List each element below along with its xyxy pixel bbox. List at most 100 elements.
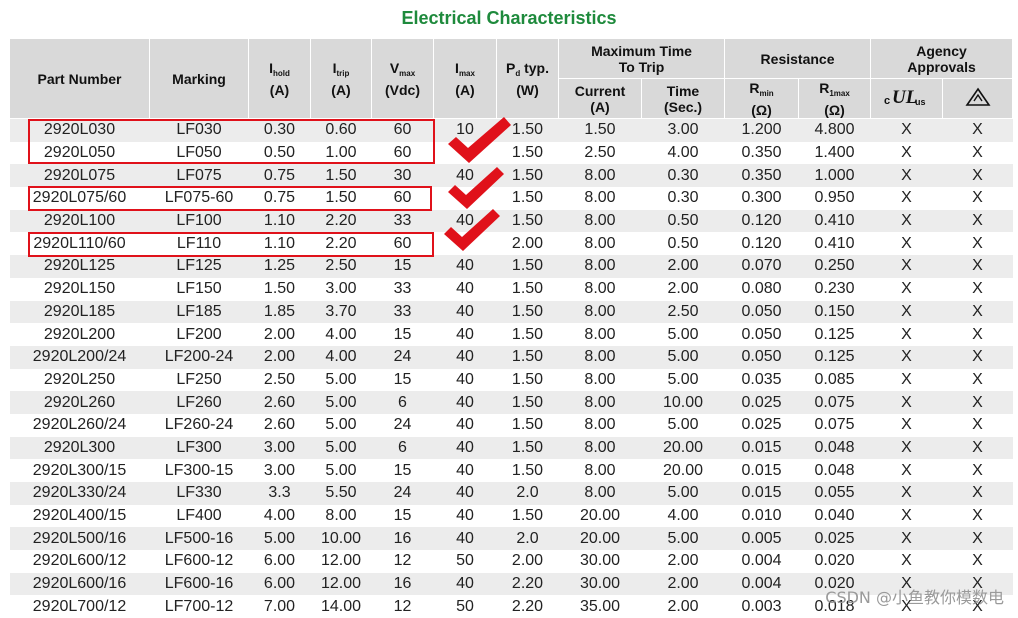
cell-imax: 40 xyxy=(433,572,497,596)
cell-pd: 1.50 xyxy=(496,277,559,301)
cell-part-number: 2920L300 xyxy=(9,436,150,460)
table-row: 2920L185 LF185 1.85 3.70 33 40 1.50 8.00 2.50 0.0… xyxy=(9,300,1013,324)
cell-trip-time: 20.00 xyxy=(641,436,725,460)
cell-trip-time: 4.00 xyxy=(641,141,725,165)
cell-trip-current: 8.00 xyxy=(558,368,642,392)
cell-ul-approval: X xyxy=(870,527,943,551)
cell-trip-time: 2.00 xyxy=(641,255,725,278)
cell-itrip: 1.50 xyxy=(310,164,372,188)
cell-r1max: 0.025 xyxy=(798,527,871,551)
cell-tuv-approval: X xyxy=(942,527,1013,551)
cell-vmax: 24 xyxy=(371,482,434,505)
cell-ihold: 1.10 xyxy=(248,209,311,233)
cell-trip-current: 8.00 xyxy=(558,391,642,414)
cell-tuv-approval: X xyxy=(942,345,1013,369)
cell-tuv-approval: X xyxy=(942,550,1013,573)
cell-imax: 40 xyxy=(433,345,497,369)
cell-itrip: 4.00 xyxy=(310,323,372,346)
cell-vmax: 16 xyxy=(371,527,434,551)
cell-trip-time: 5.00 xyxy=(641,527,725,551)
cell-ul-approval: X xyxy=(870,232,943,256)
cell-itrip: 4.00 xyxy=(310,345,372,369)
cell-rmin: 0.004 xyxy=(724,572,799,596)
cell-ul-approval: X xyxy=(870,277,943,301)
cell-pd: 1.50 xyxy=(496,413,559,437)
cell-vmax: 12 xyxy=(371,550,434,573)
check-mark-icon xyxy=(448,117,511,163)
cell-ihold: 1.85 xyxy=(248,300,311,324)
header-marking: Marking xyxy=(149,38,249,119)
cell-part-number: 2920L600/12 xyxy=(9,550,150,573)
cell-trip-time: 3.00 xyxy=(641,118,725,142)
cell-r1max: 0.125 xyxy=(798,323,871,346)
cell-trip-current: 8.00 xyxy=(558,482,642,505)
cell-marking: LF250 xyxy=(149,368,249,392)
table-row: 2920L200 LF200 2.00 4.00 15 40 1.50 8.00 5.00 0.0… xyxy=(9,323,1013,346)
cell-marking: LF700-12 xyxy=(149,595,249,618)
header-max-time-to-trip: Maximum Time To Trip xyxy=(557,38,726,79)
cell-rmin: 0.010 xyxy=(724,504,799,528)
cell-trip-time: 5.00 xyxy=(641,482,725,505)
cell-imax: 40 xyxy=(433,391,497,414)
cell-r1max: 0.085 xyxy=(798,368,871,392)
cell-rmin: 0.025 xyxy=(724,413,799,437)
highlight-box-lf110 xyxy=(28,232,434,257)
cell-vmax: 24 xyxy=(371,413,434,437)
cell-marking: LF125 xyxy=(149,255,249,278)
cell-r1max: 4.800 xyxy=(798,118,871,142)
cell-ihold: 2.00 xyxy=(248,345,311,369)
cell-tuv-approval: X xyxy=(942,209,1013,233)
cell-vmax: 12 xyxy=(371,595,434,618)
cell-trip-current: 8.00 xyxy=(558,187,642,210)
cell-tuv-approval: X xyxy=(942,255,1013,278)
cell-tuv-approval: X xyxy=(942,300,1013,324)
cell-ul-approval: X xyxy=(870,118,943,142)
table-row: 2920L600/12 LF600-12 6.00 12.00 12 50 2.00 30.0… xyxy=(9,550,1013,573)
svg-text:UL: UL xyxy=(892,87,917,108)
cell-ul-approval: X xyxy=(870,164,943,188)
cell-vmax: 15 xyxy=(371,255,434,278)
cell-itrip: 14.00 xyxy=(310,595,372,618)
header-vmax: Vmax (Vdc) xyxy=(371,38,434,119)
cell-r1max: 0.410 xyxy=(798,232,871,256)
cell-r1max: 0.055 xyxy=(798,482,871,505)
cell-tuv-approval: X xyxy=(942,277,1013,301)
cell-imax: 50 xyxy=(433,550,497,573)
cell-marking: LF330 xyxy=(149,482,249,505)
cell-r1max: 0.075 xyxy=(798,391,871,414)
cell-part-number: 2920L400/15 xyxy=(9,504,150,528)
cell-pd: 1.50 xyxy=(496,323,559,346)
cell-trip-current: 35.00 xyxy=(558,595,642,618)
cell-vmax: 16 xyxy=(371,572,434,596)
cell-tuv-approval: X xyxy=(942,164,1013,188)
cell-ul-approval: X xyxy=(870,368,943,392)
header-current: Current (A) xyxy=(558,78,642,119)
cell-part-number: 2920L300/15 xyxy=(9,459,150,482)
cell-trip-current: 30.00 xyxy=(558,572,642,596)
cell-vmax: 30 xyxy=(371,164,434,188)
cell-tuv-approval: X xyxy=(942,391,1013,414)
cell-ihold: 2.60 xyxy=(248,391,311,414)
cell-itrip: 2.50 xyxy=(310,255,372,278)
cell-rmin: 0.005 xyxy=(724,527,799,551)
cell-marking: LF600-12 xyxy=(149,550,249,573)
cell-rmin: 0.015 xyxy=(724,436,799,460)
cell-trip-current: 2.50 xyxy=(558,141,642,165)
cell-ihold: 3.00 xyxy=(248,459,311,482)
cell-trip-current: 8.00 xyxy=(558,436,642,460)
cell-rmin: 0.300 xyxy=(724,187,799,210)
cell-marking: LF200 xyxy=(149,323,249,346)
cell-trip-current: 8.00 xyxy=(558,209,642,233)
cell-trip-current: 8.00 xyxy=(558,323,642,346)
cell-ul-approval: X xyxy=(870,413,943,437)
table-row: 2920L200/24 LF200-24 2.00 4.00 24 40 1.50 8.00 5… xyxy=(9,345,1013,369)
cell-ihold: 3.00 xyxy=(248,436,311,460)
cell-r1max: 0.075 xyxy=(798,413,871,437)
cell-trip-current: 8.00 xyxy=(558,345,642,369)
cell-imax: 40 xyxy=(433,323,497,346)
cell-itrip: 3.70 xyxy=(310,300,372,324)
cell-trip-time: 2.50 xyxy=(641,300,725,324)
cell-itrip: 5.50 xyxy=(310,482,372,505)
cell-trip-time: 2.00 xyxy=(641,277,725,301)
cell-itrip: 12.00 xyxy=(310,550,372,573)
